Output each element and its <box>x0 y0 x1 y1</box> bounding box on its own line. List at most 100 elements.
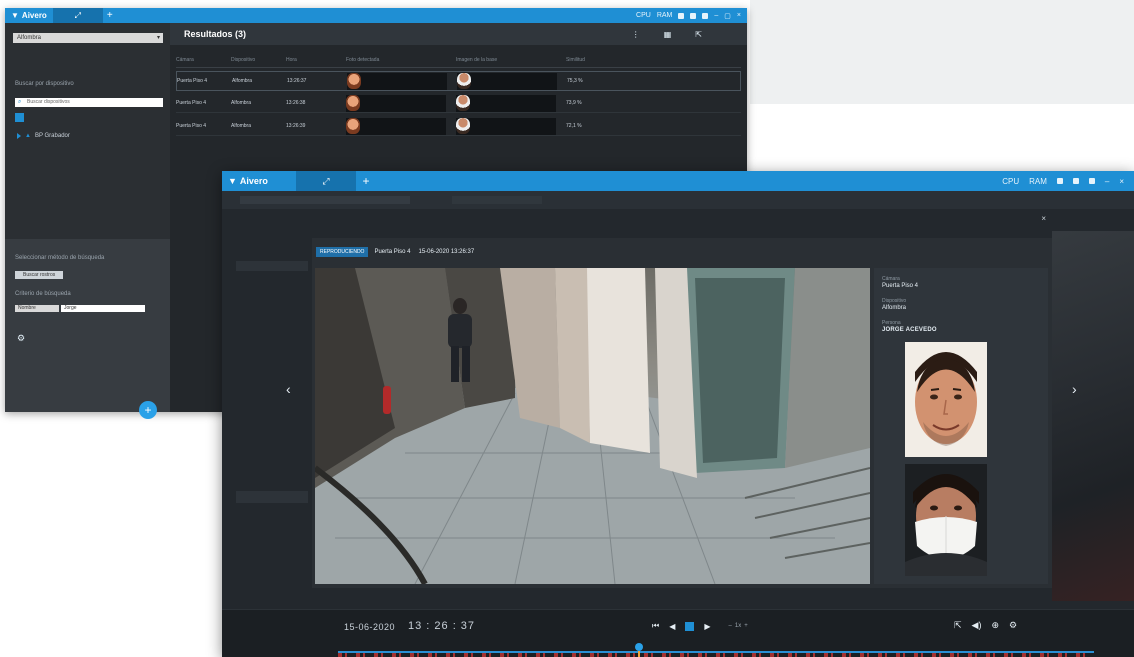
layout-icon[interactable] <box>678 12 685 19</box>
settings-icon[interactable]: ⚙ <box>1009 620 1017 631</box>
criteria-label: Criterio de búsqueda <box>15 291 71 297</box>
search-faces-checkbox[interactable]: Buscar rostros <box>15 271 63 279</box>
top-bar: ▼ Aivero ⤢ + CPU RAM – ▢ × <box>5 8 747 23</box>
row-time: 13:26:37 <box>287 78 307 84</box>
app-logo: ▼ Aivero <box>222 171 296 191</box>
person-label: Persona <box>882 320 901 326</box>
modal-timestamp: 15-06-2020 13:26:37 <box>418 249 475 255</box>
ram-indicator: RAM <box>656 12 673 19</box>
expand-icon: ⤢ <box>322 175 330 186</box>
col-similarity[interactable]: Similitud <box>566 57 696 67</box>
face-image <box>346 94 360 111</box>
close-icon[interactable]: × <box>737 12 741 19</box>
device-value: Alfombra <box>882 305 907 311</box>
col-time[interactable]: Hora <box>286 57 346 67</box>
user-icon[interactable] <box>1072 178 1079 184</box>
export-icon[interactable]: ⇱ <box>954 620 962 631</box>
face-image <box>346 117 360 134</box>
select-all-button[interactable] <box>15 113 24 122</box>
database-face-photo <box>905 342 987 457</box>
skip-back-icon[interactable]: ⏮ <box>652 621 659 631</box>
timeline-events <box>338 653 1094 657</box>
tab-search[interactable]: ⤢ <box>52 8 103 23</box>
zoom-icon[interactable]: ⊕ <box>991 620 999 631</box>
background-toolbar <box>222 191 1134 209</box>
table-row[interactable]: Puerta Piso 4 Alfombra 13:26:38 73,9 % <box>176 94 741 113</box>
row-time: 13:26:38 <box>286 100 306 106</box>
face-image <box>456 117 470 134</box>
background-bar <box>452 196 542 204</box>
logo-icon: ▼ <box>228 176 237 186</box>
modal-header: REPRODUCIENDO Puerta Piso 4 15-06-2020 1… <box>312 238 1052 266</box>
filter-select[interactable]: Alfombra ▾ <box>13 33 163 43</box>
modal-camera: Puerta Piso 4 <box>374 249 411 255</box>
layout-icon[interactable] <box>1056 178 1063 184</box>
prev-result-arrow[interactable]: ‹ <box>286 381 291 397</box>
device-search-input[interactable]: ⌕ Buscar dispositivos <box>15 98 163 107</box>
close-icon[interactable]: × <box>1041 214 1046 223</box>
settings-icon[interactable] <box>702 12 709 19</box>
add-tab-button[interactable]: + <box>356 171 376 191</box>
row-camera: Puerta Piso 4 <box>176 123 207 129</box>
gear-icon[interactable]: ⚙ <box>17 333 25 344</box>
timeline[interactable]: ▲ <box>338 643 1094 657</box>
col-camera[interactable]: Cámara <box>176 57 231 67</box>
checkbox-label: Buscar rostros <box>23 272 56 278</box>
results-header: Resultados (3) ⋮ ▦ ⇱ <box>170 23 747 45</box>
table-row[interactable]: Puerta Piso 4 Alfombra 13:26:37 75,3 % <box>176 71 741 91</box>
search-sidebar: Alfombra ▾ Buscar por dispositivo ⌕ Busc… <box>5 23 170 419</box>
pause-button[interactable] <box>685 621 695 631</box>
table-row[interactable]: Puerta Piso 4 Alfombra 13:26:39 72,1 % <box>176 117 741 136</box>
status-area: CPU RAM – × <box>1002 171 1134 191</box>
tree-item-recorder[interactable]: ▲ BP Grabador <box>17 133 70 139</box>
database-face-thumb <box>457 72 557 90</box>
add-tab-button[interactable]: + <box>103 8 117 23</box>
detected-face-thumb <box>346 94 446 112</box>
background-bar <box>240 196 410 204</box>
tab-search[interactable]: ⤢ <box>296 171 356 191</box>
next-result-arrow[interactable]: › <box>1072 381 1077 397</box>
speed-control[interactable]: – 1x + <box>729 623 748 629</box>
speed-up-icon[interactable]: + <box>744 623 748 629</box>
minimize-icon[interactable]: – <box>1105 177 1109 186</box>
top-bar: ▼ Aivero ⤢ + CPU RAM – × <box>222 171 1134 191</box>
video-frame <box>315 268 870 584</box>
step-back-icon[interactable]: ◀ <box>669 622 675 631</box>
playback-modal: REPRODUCIENDO Puerta Piso 4 15-06-2020 1… <box>312 214 1052 588</box>
settings-icon[interactable] <box>1088 178 1095 184</box>
minimize-icon[interactable]: – <box>714 12 718 19</box>
col-device[interactable]: Dispositivo <box>231 57 286 67</box>
row-device: Alfombra <box>231 100 252 106</box>
person-name: JORGE ACEVEDO <box>882 327 937 333</box>
detected-face-photo <box>905 464 987 576</box>
user-icon[interactable] <box>690 12 697 19</box>
export-icon[interactable]: ⇱ <box>695 30 702 39</box>
step-forward-icon[interactable]: ▶ <box>704 622 710 631</box>
col-detected-photo[interactable]: Foto detectada <box>346 57 456 67</box>
detected-face-thumb <box>347 72 447 90</box>
row-device: Alfombra <box>231 123 252 129</box>
criteria-input[interactable]: Jorge <box>61 305 145 312</box>
grid-view-icon[interactable]: ▦ <box>664 30 672 39</box>
expand-icon: ⤢ <box>74 10 82 20</box>
speed-down-icon[interactable]: – <box>729 623 732 629</box>
playback-tools: ⇱ ◀) ⊕ ⚙ <box>954 620 1017 631</box>
add-search-button[interactable]: + <box>139 401 157 419</box>
col-database-image[interactable]: Imagen de la base <box>456 57 566 67</box>
timeline-playhead[interactable] <box>635 643 643 657</box>
maximize-icon[interactable]: ▢ <box>724 12 731 20</box>
volume-icon[interactable]: ◀) <box>972 620 982 631</box>
results-table-header: Cámara Dispositivo Hora Foto detectada I… <box>176 57 741 68</box>
video-player[interactable] <box>315 268 870 584</box>
status-badge: REPRODUCIENDO <box>316 247 369 257</box>
close-icon[interactable]: × <box>1119 177 1124 186</box>
criteria-select[interactable]: Nombre <box>15 305 59 312</box>
background-image <box>1052 231 1134 601</box>
database-face-thumb <box>456 117 556 135</box>
row-device: Alfombra <box>232 78 253 84</box>
app-name: Aivero <box>21 11 47 20</box>
filter-icon[interactable]: ⋮ <box>632 30 640 39</box>
detected-face-thumb <box>346 117 446 135</box>
background-block <box>236 491 308 503</box>
speed-value: 1x <box>734 623 742 629</box>
